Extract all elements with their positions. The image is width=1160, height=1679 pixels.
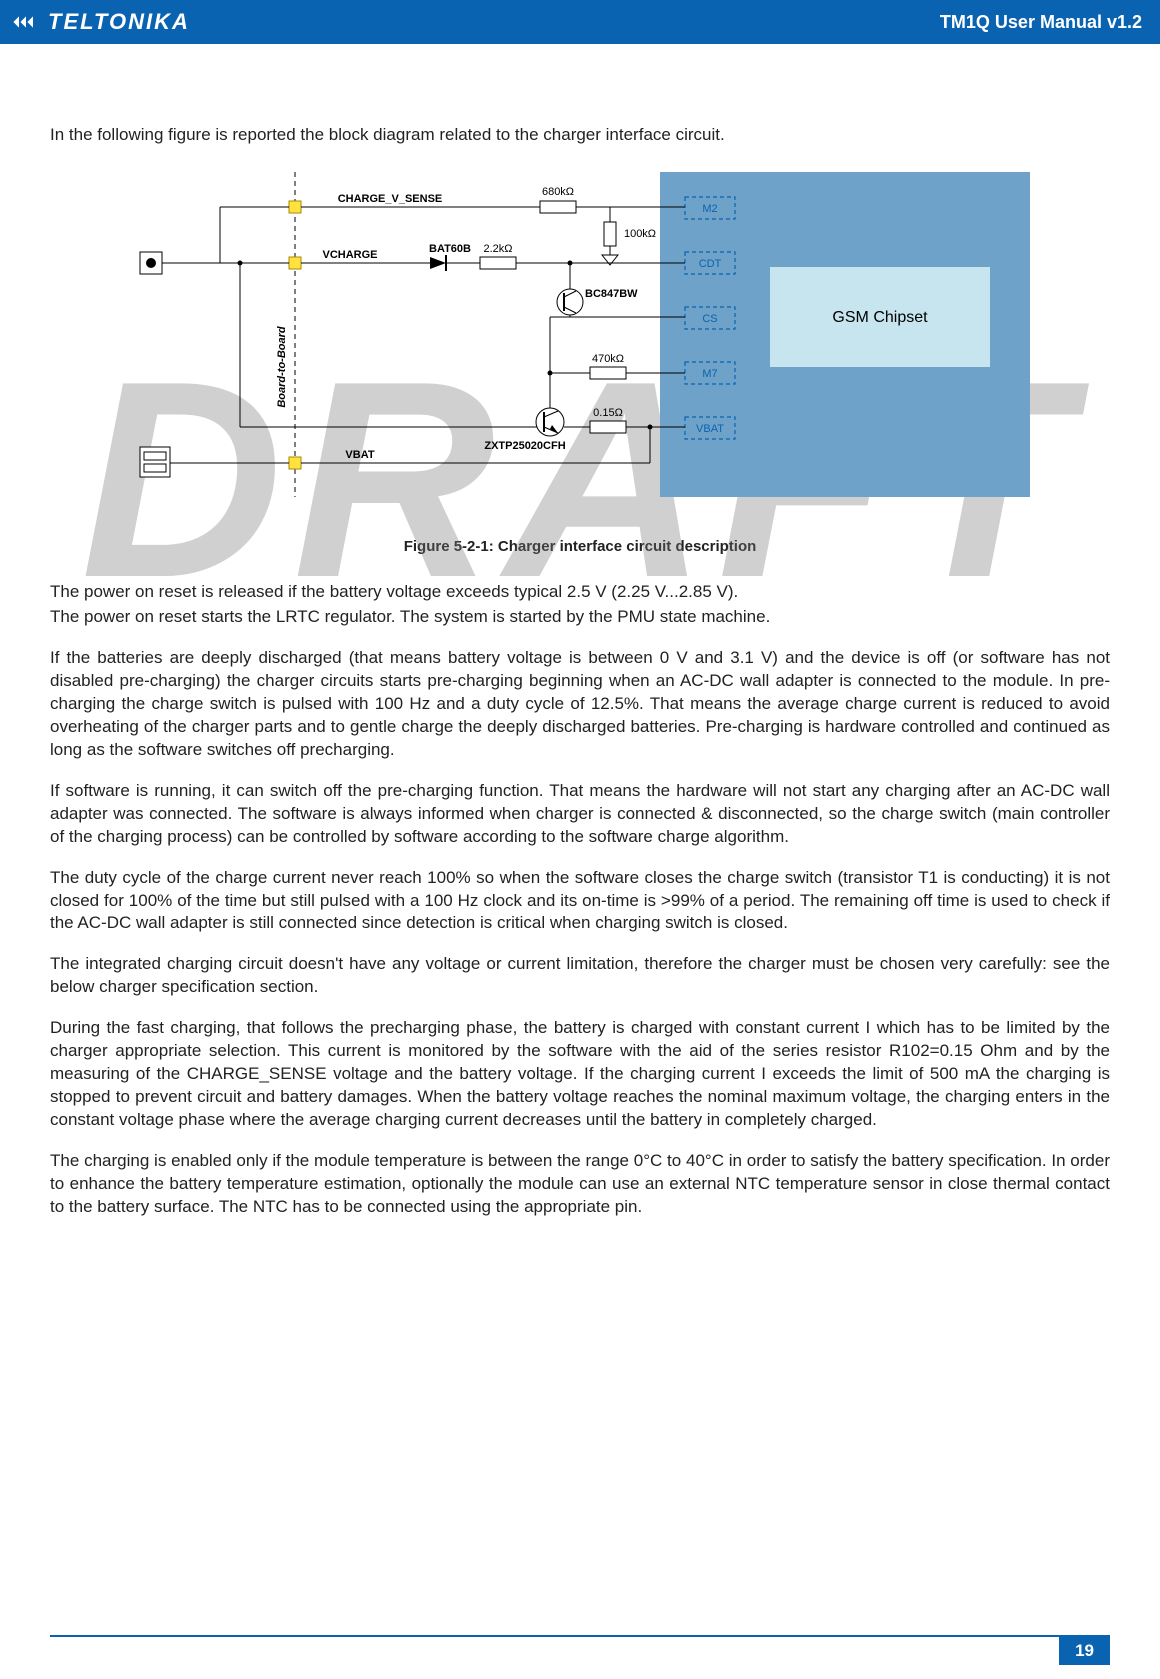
pin-m2: M2 [702,203,717,215]
brand-icon [12,12,40,32]
footer-rule [50,1635,1110,1637]
doc-title: TM1Q User Manual v1.2 [940,12,1142,33]
bat60b-label: BAT60B [429,243,471,255]
pin-vbat: VBAT [696,423,724,435]
pin-cdt: CDT [699,258,722,270]
r0-15-label: 0.15Ω [593,407,623,419]
pin-m7: M7 [702,368,717,380]
brand-text: TELTONIKA [48,9,190,35]
page-number: 19 [1059,1637,1110,1665]
chip-label: GSM Chipset [832,309,928,326]
pin-cs: CS [702,313,717,325]
charger-diagram: GSM Chipset M2 CDT CS M7 VBAT Board-to-B… [130,167,1030,527]
intro-text: In the following figure is reported the … [50,124,1110,147]
footer: 19 [50,1635,1110,1665]
para-3: If software is running, it can switch of… [50,780,1110,849]
para-4: The duty cycle of the charge current nev… [50,867,1110,936]
para-1a: The power on reset is released if the ba… [50,581,1110,604]
r680k-label: 680kΩ [542,186,574,198]
para-5: The integrated charging circuit doesn't … [50,953,1110,999]
r100k-label: 100kΩ [624,228,656,240]
para-2: If the batteries are deeply discharged (… [50,647,1110,762]
zxtp-label: ZXTP25020CFH [484,440,565,452]
r470k-label: 470kΩ [592,353,624,365]
board-to-board-label: Board-to-Board [276,326,288,408]
vbat-label: VBAT [345,449,374,461]
para-6: During the fast charging, that follows t… [50,1017,1110,1132]
vcharge-label: VCHARGE [322,249,377,261]
para-7: The charging is enabled only if the modu… [50,1150,1110,1219]
header-bar: TELTONIKA TM1Q User Manual v1.2 [0,0,1160,44]
brand-logo: TELTONIKA [12,9,190,35]
page-content: In the following figure is reported the … [0,44,1160,1219]
figure-charger-interface: GSM Chipset M2 CDT CS M7 VBAT Board-to-B… [130,167,1030,527]
para-1b: The power on reset starts the LRTC regul… [50,606,1110,629]
r2-2k-label: 2.2kΩ [483,243,512,255]
bc847bw-label: BC847BW [585,288,638,300]
figure-caption: Figure 5-2-1: Charger interface circuit … [50,537,1110,557]
charge-v-sense-label: CHARGE_V_SENSE [338,193,443,205]
